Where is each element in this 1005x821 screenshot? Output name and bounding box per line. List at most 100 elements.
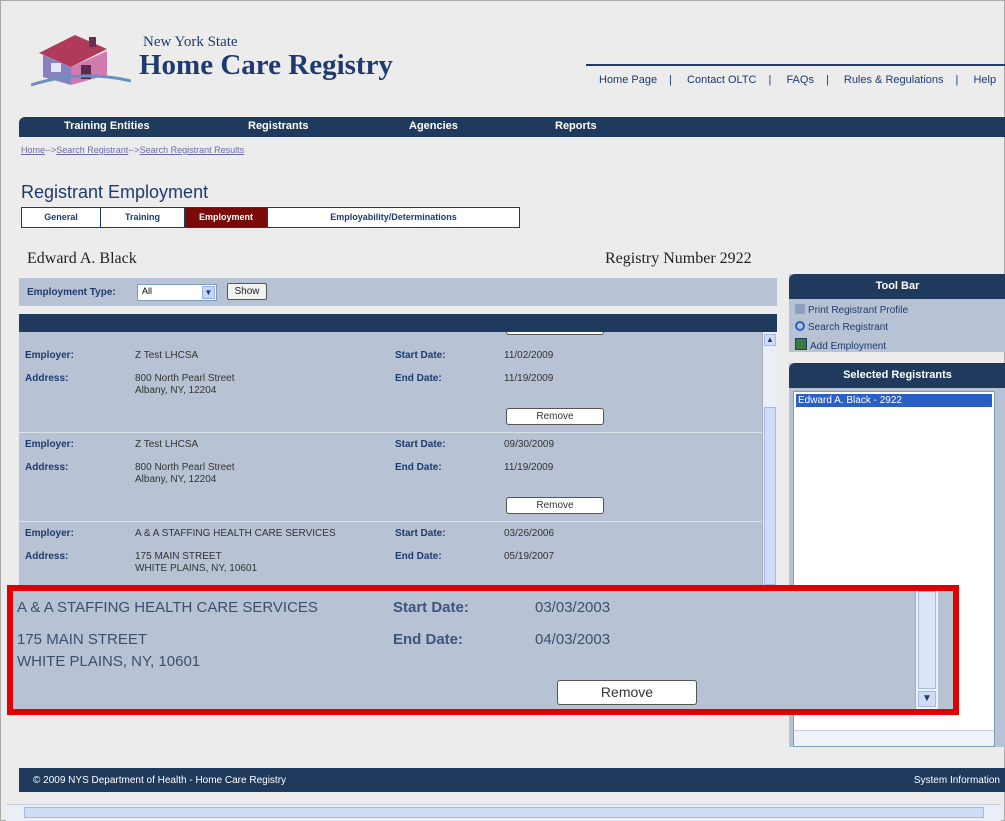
show-button[interactable]: Show — [227, 283, 267, 300]
address-line1: 175 MAIN STREET — [135, 551, 222, 562]
footer: © 2009 NYS Department of Health - Home C… — [19, 768, 1005, 792]
system-information-link[interactable]: System Information — [914, 775, 1000, 786]
end-date-value: 05/19/2007 — [504, 551, 555, 562]
start-date-label: Start Date: — [395, 350, 446, 361]
link-home-page[interactable]: Home Page — [599, 74, 657, 86]
search-registrant-label: Search Registrant — [808, 322, 889, 333]
tab-general[interactable]: General — [22, 208, 101, 227]
print-profile-label: Print Registrant Profile — [808, 305, 909, 316]
end-date-value: 11/19/2009 — [504, 373, 554, 384]
address-line2: WHITE PLAINS, NY, 10601 — [17, 653, 201, 670]
search-registrant-link[interactable]: Search Registrant — [795, 321, 888, 333]
address-label: Address: — [25, 551, 69, 562]
chevron-down-icon[interactable]: ▼ — [202, 286, 215, 299]
tool-bar-panel: Tool Bar Print Registrant Profile Search… — [789, 274, 1005, 352]
link-help[interactable]: Help — [973, 74, 996, 86]
nav-training-entities[interactable]: Training Entities — [64, 120, 150, 132]
list-item: Employer: Z Test LHCSA Start Date: 09/30… — [19, 433, 762, 522]
address-label: Address: — [25, 462, 69, 473]
page-title: Registrant Employment — [21, 182, 209, 202]
start-date-value: 03/03/2003 — [535, 599, 611, 616]
list-item: Employer: Z Test LHCSA Start Date: 11/02… — [19, 338, 762, 433]
employment-type-select[interactable]: All ▼ — [137, 284, 217, 301]
remove-button[interactable]: Remove — [506, 497, 604, 514]
start-date-value: 03/26/2006 — [504, 528, 555, 539]
printer-icon — [795, 304, 805, 314]
selected-registrant-item[interactable]: Edward A. Black - 2922 — [796, 394, 992, 407]
scrollbar-thumb[interactable] — [24, 807, 984, 818]
magnifier-icon — [795, 321, 805, 331]
print-profile-link[interactable]: Print Registrant Profile — [795, 304, 908, 316]
start-date-value: 11/02/2009 — [504, 350, 554, 361]
breadcrumb: Home-->Search Registrant-->Search Regist… — [21, 145, 244, 155]
scrollbar-thumb[interactable] — [764, 407, 776, 585]
house-logo-icon — [31, 35, 131, 87]
employer-value: Z Test LHCSA — [135, 350, 199, 361]
browser-page: New York State Home Care Registry Home P… — [0, 0, 1005, 821]
separator: | — [669, 74, 672, 86]
header-rule — [586, 64, 1005, 66]
tab-training[interactable]: Training — [101, 208, 185, 227]
tab-employment[interactable]: Employment — [185, 208, 268, 227]
address-line2: WHITE PLAINS, NY, 10601 — [135, 563, 258, 574]
address-label: Address: — [25, 373, 69, 384]
page-horizontal-scrollbar[interactable] — [6, 804, 1001, 821]
horizontal-scrollbar[interactable] — [794, 730, 994, 746]
list-header-bar — [19, 314, 777, 332]
employment-list: Employer: Z Test LHCSA Start Date: 11/02… — [19, 332, 762, 586]
employer-label: Employer: — [25, 350, 74, 361]
end-date-label: End Date: — [395, 551, 442, 562]
link-rules[interactable]: Rules & Regulations — [844, 74, 944, 86]
start-date-value: 09/30/2009 — [504, 439, 555, 450]
separator: | — [768, 74, 772, 86]
link-faqs[interactable]: FAQs — [786, 74, 814, 86]
tab-bar: General Training Employment Employabilit… — [21, 207, 520, 228]
address-line1: 800 North Pearl Street — [135, 373, 235, 384]
registrant-name: Edward A. Black — [27, 250, 137, 267]
end-date-label: End Date: — [393, 631, 464, 648]
nav-agencies[interactable]: Agencies — [409, 120, 458, 132]
remove-button[interactable]: Remove — [506, 408, 604, 425]
scrollbar-thumb[interactable] — [918, 591, 936, 689]
add-employment-link[interactable]: Add Employment — [795, 338, 886, 352]
address-line1: 175 MAIN STREET — [17, 631, 148, 648]
list-scrollbar[interactable]: ▲ — [762, 332, 778, 586]
add-document-icon — [795, 338, 807, 350]
breadcrumb-arrow: --> — [45, 145, 57, 155]
add-employment-label: Add Employment — [810, 341, 887, 352]
selected-registrants-title: Selected Registrants — [789, 363, 1005, 388]
end-date-value: 04/03/2003 — [535, 631, 611, 648]
nav-reports[interactable]: Reports — [555, 120, 597, 132]
breadcrumb-search[interactable]: Search Registrant — [56, 145, 128, 155]
separator: | — [825, 74, 829, 86]
main-nav: Training Entities Registrants Agencies R… — [19, 117, 1005, 137]
chevron-up-icon[interactable]: ▲ — [764, 334, 776, 346]
tab-employability[interactable]: Employability/Determinations — [268, 208, 519, 227]
remove-button[interactable]: Remove — [557, 680, 697, 705]
employer-value: Z Test LHCSA — [135, 439, 199, 450]
address-line2: Albany, NY, 12204 — [135, 385, 217, 396]
copyright: © 2009 NYS Department of Health - Home C… — [33, 775, 287, 786]
remove-button-partial[interactable] — [506, 332, 604, 335]
brand-name: Home Care Registry — [139, 49, 393, 81]
highlighted-record-callout: A & A STAFFING HEALTH CARE SERVICES Star… — [7, 585, 959, 715]
breadcrumb-home[interactable]: Home — [21, 145, 45, 155]
list-item: Employer: A & A STAFFING HEALTH CARE SER… — [19, 522, 762, 586]
end-date-label: End Date: — [395, 373, 442, 384]
employer-value: A & A STAFFING HEALTH CARE SERVICES — [17, 599, 318, 616]
nav-registrants[interactable]: Registrants — [248, 120, 309, 132]
link-contact-oltc[interactable]: Contact OLTC — [687, 74, 757, 86]
employer-label: Employer: — [25, 528, 74, 539]
address-line1: 800 North Pearl Street — [135, 462, 235, 473]
address-line2: Albany, NY, 12204 — [135, 474, 217, 485]
end-date-value: 11/19/2009 — [504, 462, 554, 473]
tool-bar-title: Tool Bar — [789, 274, 1005, 299]
start-date-label: Start Date: — [395, 439, 446, 450]
chevron-down-icon[interactable]: ▼ — [918, 691, 936, 707]
breadcrumb-results[interactable]: Search Registrant Results — [140, 145, 245, 155]
employer-value: A & A STAFFING HEALTH CARE SERVICES — [135, 528, 336, 539]
start-date-label: Start Date: — [395, 528, 446, 539]
top-links: Home Page | Contact OLTC | FAQs | Rules & R… — [595, 74, 1000, 86]
callout-scrollbar[interactable]: ▼ — [915, 591, 938, 709]
separator: | — [955, 74, 959, 86]
